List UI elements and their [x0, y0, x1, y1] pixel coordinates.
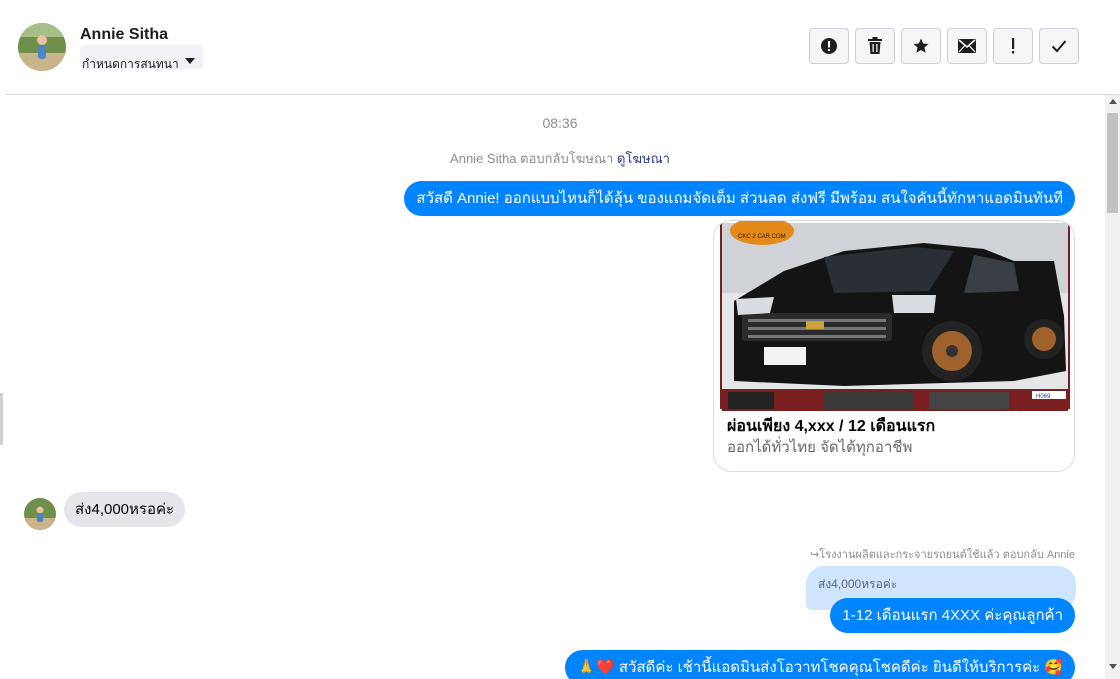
ad-logo-text: CKC 2 CAR.COM	[738, 234, 786, 240]
scrollbar-thumb[interactable]	[1107, 113, 1118, 213]
left-edge-handle	[0, 393, 3, 445]
star-icon	[913, 38, 929, 53]
label-dropdown-text: กำหนดการสนทนา	[82, 57, 179, 69]
reply-context-note: ↪โรงงานผลิตและกระจายรถยนต์ใช้แล้ว ตอบกลั…	[810, 549, 1075, 561]
contact-name[interactable]: Annie Sitha	[80, 26, 168, 44]
ad-reply-notice: Annie Sitha ตอบกลับโฆษณา ดูโฆษณา	[5, 148, 1105, 169]
ad-card-subtitle: ออกได้ทั่วไทย จัดได้ทุกอาชีพ	[727, 439, 913, 456]
ad-reply-text: Annie Sitha ตอบกลับโฆษณา	[450, 151, 614, 166]
ad-card[interactable]: CKC 2 CAR.COM H069 ผ่อนเพียง 4,xxx / 12 …	[713, 220, 1075, 472]
mark-done-button[interactable]	[1039, 28, 1079, 64]
alert-circle-icon	[821, 38, 837, 54]
sender-avatar	[24, 498, 56, 530]
trash-icon	[868, 37, 882, 54]
report-spam-button[interactable]	[809, 28, 849, 64]
star-button[interactable]	[901, 28, 941, 64]
conversation-label-dropdown[interactable]: กำหนดการสนทนา	[80, 45, 203, 69]
envelope-icon	[958, 39, 976, 53]
scroll-down-arrow-icon[interactable]	[1109, 664, 1117, 669]
check-icon	[1051, 40, 1067, 53]
chevron-down-icon	[185, 58, 195, 64]
header-actions	[809, 28, 1079, 64]
outgoing-message[interactable]: 1-12 เดือนแรก 4XXX ค่ะคุณลูกค้า	[830, 598, 1075, 633]
follow-up-button[interactable]	[993, 28, 1033, 64]
message-thread[interactable]: 08:36 Annie Sitha ตอบกลับโฆษณา ดูโฆษณา ส…	[5, 95, 1105, 679]
ad-car-image: CKC 2 CAR.COM H069	[714, 221, 1074, 411]
thread-scrollbar[interactable]	[1105, 95, 1120, 679]
delete-button[interactable]	[855, 28, 895, 64]
scroll-up-arrow-icon[interactable]	[1109, 99, 1117, 104]
outgoing-message[interactable]: 🙏❤️ สวัสดีค่ะ เช้านี้แอดมินส่งโอวาทโชคคุ…	[565, 650, 1075, 679]
ad-corner-code: H069	[1036, 394, 1051, 400]
exclamation-icon	[1012, 38, 1015, 54]
conversation-header: Annie Sitha กำหนดการสนทนา	[5, 0, 1120, 95]
mark-unread-button[interactable]	[947, 28, 987, 64]
quoted-message-text: ส่ง4,000หรอค่ะ	[818, 577, 898, 591]
message-timestamp: 08:36	[542, 115, 578, 131]
view-ad-link[interactable]: ดูโฆษณา	[617, 151, 670, 166]
incoming-message[interactable]: ส่ง4,000หรอค่ะ	[64, 492, 186, 527]
contact-avatar[interactable]	[18, 23, 66, 71]
outgoing-message[interactable]: สวัสดี Annie! ออกแบบไหนก็ได้ลุ้น ของแถมจ…	[404, 181, 1075, 216]
